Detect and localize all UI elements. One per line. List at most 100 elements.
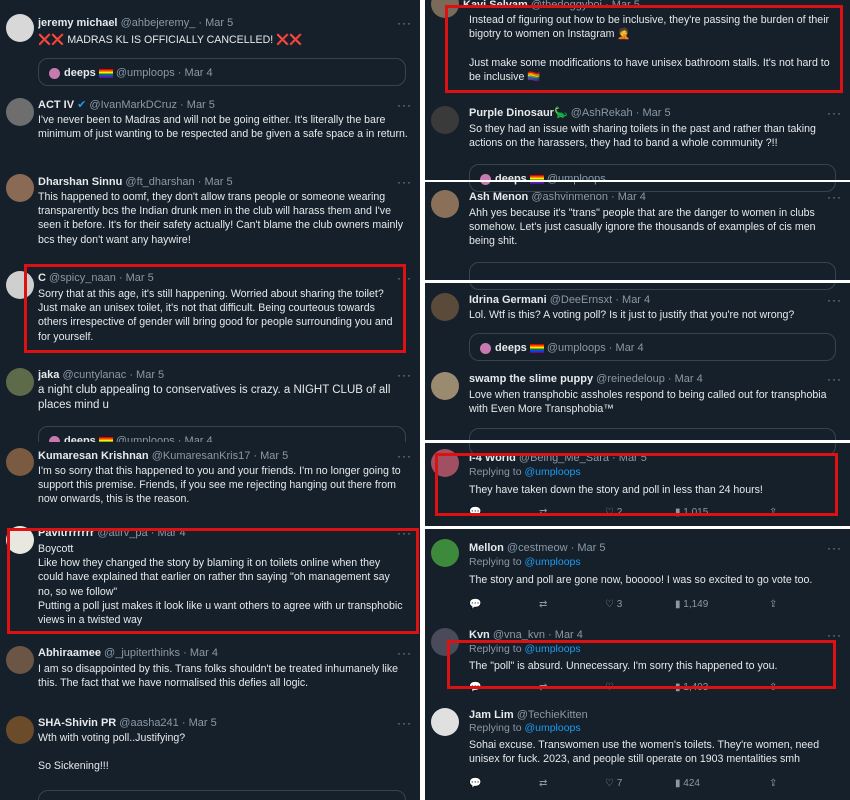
more-options-icon[interactable]: ··· (397, 368, 412, 382)
more-options-icon[interactable]: ··· (397, 16, 412, 30)
tweet[interactable]: C @spicy_naan · Mar 5 ··· Sorry that at … (0, 262, 420, 358)
display-name[interactable]: jeremy michael (38, 17, 118, 29)
more-options-icon[interactable]: ··· (827, 372, 842, 386)
avatar[interactable] (6, 174, 34, 202)
more-options-icon[interactable]: ··· (827, 293, 842, 307)
display-name[interactable]: Kumaresan Krishnan (38, 450, 149, 462)
timestamp[interactable]: Mar 5 (126, 272, 154, 284)
timestamp[interactable]: Mar 4 (618, 191, 646, 203)
handle[interactable]: @ashvinmenon (531, 191, 608, 203)
views-icon[interactable]: ▮ 1,149 (675, 599, 708, 610)
avatar[interactable] (431, 293, 459, 321)
tweet[interactable]: Abhiraamee @_jupiterthinks · Mar 4 ··· I… (0, 638, 420, 710)
share-icon[interactable]: ⇪ (769, 599, 777, 610)
more-options-icon[interactable]: ··· (827, 541, 842, 555)
tweet[interactable]: Idrina Germani @DeeErnsxt · Mar 4 ··· Lo… (425, 280, 850, 367)
reply-icon[interactable]: 💬 (469, 599, 481, 610)
handle[interactable]: @cestmeow (507, 542, 568, 554)
handle[interactable]: @AshRekah (571, 107, 633, 119)
display-name[interactable]: Pavitrrrrrrr (38, 527, 94, 539)
timestamp[interactable]: Mar 4 (190, 647, 218, 659)
display-name[interactable]: Purple Dinosaur🦕 (469, 107, 568, 119)
timestamp[interactable]: Mar 5 (577, 542, 605, 554)
more-options-icon[interactable]: ··· (827, 190, 842, 204)
display-name[interactable]: jaka (38, 369, 59, 381)
display-name[interactable]: I-4 World (469, 452, 516, 464)
handle[interactable]: @ft_dharshan (125, 176, 194, 188)
tweet[interactable]: swamp the slime puppy @reinedeloup · Mar… (425, 364, 850, 456)
tweet[interactable]: Kavi Selvam @thedoggyboi · Mar 5 ··· Ins… (425, 0, 850, 98)
display-name[interactable]: Idrina Germani (469, 294, 547, 306)
tweet[interactable]: Ash Menon @ashvinmenon · Mar 4 ··· Ahh y… (425, 180, 850, 290)
display-name[interactable]: Kvn (469, 629, 490, 641)
timestamp[interactable]: Mar 5 (187, 99, 215, 111)
timestamp[interactable]: Mar 4 (675, 373, 703, 385)
timestamp[interactable]: Mar 5 (205, 17, 233, 29)
display-name[interactable]: Jam Lim (469, 709, 514, 721)
retweet-icon[interactable]: ⇄ (539, 778, 547, 789)
handle[interactable]: @DeeErnsxt (550, 294, 613, 306)
retweet-icon[interactable]: ⇄ (539, 599, 547, 610)
more-options-icon[interactable]: ··· (827, 0, 842, 12)
timestamp[interactable]: Mar 5 (260, 450, 288, 462)
quoted-tweet[interactable]: deeps @umploops (38, 790, 406, 800)
retweet-icon[interactable]: ⇄ (539, 682, 547, 693)
quoted-tweet[interactable]: deeps @umploops · Mar 4 (469, 333, 836, 361)
display-name[interactable]: SHA-Shivin PR (38, 717, 116, 729)
timestamp[interactable]: Mar 5 (136, 369, 164, 381)
display-name[interactable]: swamp the slime puppy (469, 373, 593, 385)
handle[interactable]: @atirv_pa (97, 527, 147, 539)
tweet[interactable]: Mellon @cestmeow · Mar 5 ··· Replying to… (425, 526, 850, 621)
reply-handle-link[interactable]: @umploops (524, 722, 580, 734)
more-options-icon[interactable]: ··· (397, 449, 412, 463)
handle[interactable]: @IvanMarkDCruz (89, 99, 177, 111)
avatar[interactable] (431, 708, 459, 736)
avatar[interactable] (6, 646, 34, 674)
share-icon[interactable]: ⇪ (769, 682, 777, 693)
heart-icon[interactable]: ♡ 2 (605, 507, 622, 518)
display-name[interactable]: C (38, 272, 46, 284)
views-icon[interactable]: ▮ 1,015 (675, 507, 708, 518)
timestamp[interactable]: Mar 4 (157, 527, 185, 539)
tweet[interactable]: I-4 World @Being_Me_Sara · Mar 5 Replyin… (425, 440, 850, 529)
heart-icon[interactable]: ♡ (605, 682, 614, 693)
handle[interactable]: @vna_kvn (493, 629, 545, 641)
handle[interactable]: @KumaresanKris17 (152, 450, 251, 462)
reply-icon[interactable]: 💬 (469, 682, 481, 693)
handle[interactable]: @TechieKitten (517, 709, 588, 721)
avatar[interactable] (6, 368, 34, 396)
timestamp[interactable]: Mar 5 (642, 107, 670, 119)
tweet[interactable]: Jam Lim @TechieKitten Replying to @umplo… (425, 704, 850, 800)
avatar[interactable] (431, 628, 459, 656)
avatar[interactable] (6, 526, 34, 554)
handle[interactable]: @Being_Me_Sara (519, 452, 609, 464)
more-options-icon[interactable]: ··· (397, 98, 412, 112)
more-options-icon[interactable]: ··· (397, 646, 412, 660)
views-icon[interactable]: ▮ 1,403 (675, 682, 708, 693)
share-icon[interactable]: ⇪ (769, 507, 777, 518)
heart-icon[interactable]: ♡ 7 (605, 778, 622, 789)
avatar[interactable] (431, 190, 459, 218)
avatar[interactable] (6, 14, 34, 42)
handle[interactable]: @_jupiterthinks (104, 647, 180, 659)
avatar[interactable] (6, 98, 34, 126)
avatar[interactable] (431, 449, 459, 477)
display-name[interactable]: Ash Menon (469, 191, 528, 203)
heart-icon[interactable]: ♡ 3 (605, 599, 622, 610)
reply-handle-link[interactable]: @umploops (524, 643, 580, 655)
tweet[interactable]: Dharshan Sinnu @ft_dharshan · Mar 5 ··· … (0, 162, 420, 262)
tweet[interactable]: Purple Dinosaur🦕 @AshRekah · Mar 5 ··· S… (425, 98, 850, 192)
retweet-icon[interactable]: ⇄ (539, 507, 547, 518)
timestamp[interactable]: Mar 5 (189, 717, 217, 729)
more-options-icon[interactable]: ··· (827, 106, 842, 120)
tweet[interactable]: Kumaresan Krishnan @KumaresanKris17 · Ma… (0, 442, 420, 522)
handle[interactable]: @reinedeloup (596, 373, 665, 385)
handle[interactable]: @aasha241 (119, 717, 179, 729)
timestamp[interactable]: Mar 5 (204, 176, 232, 188)
display-name[interactable]: ACT IV (38, 99, 74, 111)
tweet[interactable]: Pavitrrrrrrr @atirv_pa · Mar 4 ··· Boyco… (0, 522, 420, 638)
more-options-icon[interactable]: ··· (397, 526, 412, 540)
tweet[interactable]: Kvn @vna_kvn · Mar 4 ··· Replying to @um… (425, 618, 850, 704)
tweet[interactable]: jaka @cuntylanac · Mar 5 ··· a night clu… (0, 358, 420, 454)
reply-icon[interactable]: 💬 (469, 507, 481, 518)
